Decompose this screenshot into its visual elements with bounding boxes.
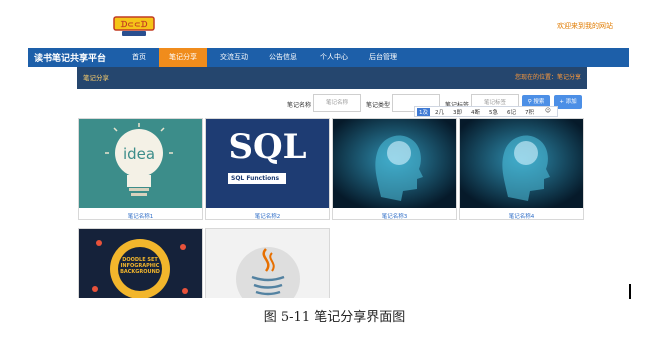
section-header: 笔记分享 您现在的位置：笔记分享 [77,67,587,89]
welcome-text: 欢迎来到我的网站 [557,22,613,30]
note-card-title[interactable]: 笔记名称3 [333,212,456,220]
smiley-icon[interactable]: ☺ [545,108,551,114]
note-card[interactable]: SQL SQL Functions 笔记名称2 [205,118,330,220]
sql-title: SQL [228,127,307,167]
ai-head-image [460,119,583,208]
breadcrumb: 您现在的位置：笔记分享 [514,74,581,81]
note-name-label: 笔记名称 [287,102,312,109]
add-button-label: 添加 [565,99,577,105]
idea-word: idea [123,145,155,163]
note-card[interactable]: DOODLE SET INFOGRAPHIC BACKGROUND [78,228,203,298]
ime-candidate-bar: 1及 2几 3即 4断 5急 6记 7积 ☺ [414,106,558,117]
top-header: ᗪ⊂⊂ᗪ 欢迎来到我的网站 [28,8,629,48]
doodle-text: DOODLE SET INFOGRAPHIC BACKGROUND [120,257,160,275]
sql-functions-image: SQL SQL Functions [206,119,329,208]
note-card[interactable]: 笔记名称4 [459,118,584,220]
note-card-title[interactable]: 笔记名称1 [79,212,202,220]
ime-candidate[interactable]: 2几 [435,108,444,116]
nav-interaction[interactable]: 交流互动 [212,48,256,67]
search-icon: ⚲ [527,99,532,105]
note-card-title[interactable]: 笔记名称4 [460,212,583,220]
app-screenshot: ᗪ⊂⊂ᗪ 欢迎来到我的网站 读书笔记共享平台 首页 笔记分享 交流互动 公告信息… [28,8,629,298]
nav-home[interactable]: 首页 [120,48,158,67]
section-title: 笔记分享 [83,74,109,82]
idea-bulb-image: idea [79,119,202,208]
ime-candidate[interactable]: 1及 [417,108,430,116]
note-type-label: 笔记类型 [366,102,391,109]
nav-note-share[interactable]: 笔记分享 [159,48,207,67]
plus-icon: + [559,99,564,105]
note-card[interactable] [205,228,330,298]
ai-head-image [333,119,456,208]
ime-candidate[interactable]: 4断 [471,108,480,116]
ime-candidate[interactable]: 7积 [525,108,534,116]
java-logo-image [206,229,329,298]
search-button-label: 搜索 [533,99,545,105]
note-name-input[interactable]: 笔记名称 [313,94,361,112]
note-card-title[interactable]: 笔记名称2 [206,212,329,220]
nav-personal-center[interactable]: 个人中心 [312,48,356,67]
ime-candidate[interactable]: 6记 [507,108,516,116]
note-card[interactable]: idea 笔记名称1 [78,118,203,220]
doodle-bulb-image: DOODLE SET INFOGRAPHIC BACKGROUND [79,229,202,298]
logo-icon[interactable]: ᗪ⊂⊂ᗪ [112,14,156,40]
page: ᗪ⊂⊂ᗪ 欢迎来到我的网站 读书笔记共享平台 首页 笔记分享 交流互动 公告信息… [0,0,669,352]
note-card[interactable]: 笔记名称3 [332,118,457,220]
nav-announcements[interactable]: 公告信息 [261,48,305,67]
nav-admin[interactable]: 后台管理 [361,48,405,67]
ime-candidate[interactable]: 5急 [489,108,498,116]
figure-caption: 图 5-11 笔记分享界面图 [263,310,406,325]
text-cursor [629,284,631,299]
svg-text:ᗪ⊂⊂ᗪ: ᗪ⊂⊂ᗪ [121,20,148,29]
sql-subtitle: SQL Functions [228,173,286,184]
site-title: 读书笔记共享平台 [34,54,107,64]
add-button[interactable]: + 添加 [554,95,582,109]
main-nav: 读书笔记共享平台 首页 笔记分享 交流互动 公告信息 个人中心 后台管理 [28,48,629,67]
ime-candidate[interactable]: 3即 [453,108,462,116]
